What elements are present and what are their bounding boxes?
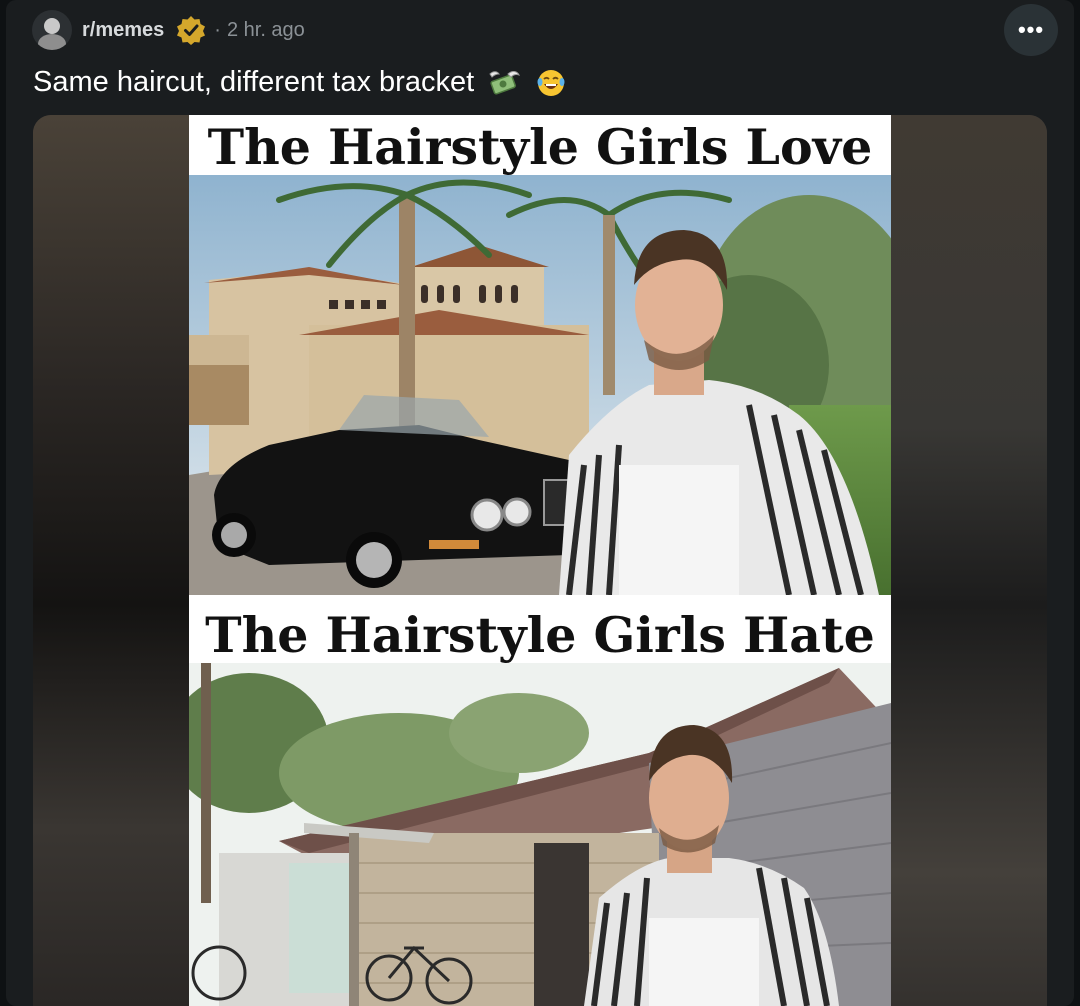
subreddit-avatar[interactable] xyxy=(32,10,72,50)
post-header: r/memes · 2 hr. ago xyxy=(32,10,305,50)
media-blur-right xyxy=(890,115,1047,1006)
verified-badge-icon xyxy=(176,15,206,45)
mansion-scene xyxy=(189,175,891,595)
post-timestamp: 2 hr. ago xyxy=(226,18,305,41)
meme-image[interactable]: The Hairstyle Girls Love The Hairstyle G… xyxy=(189,115,891,1006)
meme-top-caption: The Hairstyle Girls Love xyxy=(207,118,873,176)
laughing-tears-icon xyxy=(536,68,566,98)
more-options-button[interactable]: ••• xyxy=(1004,4,1058,56)
post-title-text: Same haircut, different tax bracket xyxy=(33,66,475,98)
shack-scene xyxy=(189,663,891,1006)
money-with-wings-icon xyxy=(488,68,522,98)
media-blur-left xyxy=(33,115,189,1006)
meta-separator: · xyxy=(214,18,221,41)
post-title[interactable]: Same haircut, different tax bracket xyxy=(33,60,566,104)
subreddit-name[interactable]: r/memes xyxy=(82,19,164,42)
meme-bottom-caption: The Hairstyle Girls Hate xyxy=(205,606,875,664)
